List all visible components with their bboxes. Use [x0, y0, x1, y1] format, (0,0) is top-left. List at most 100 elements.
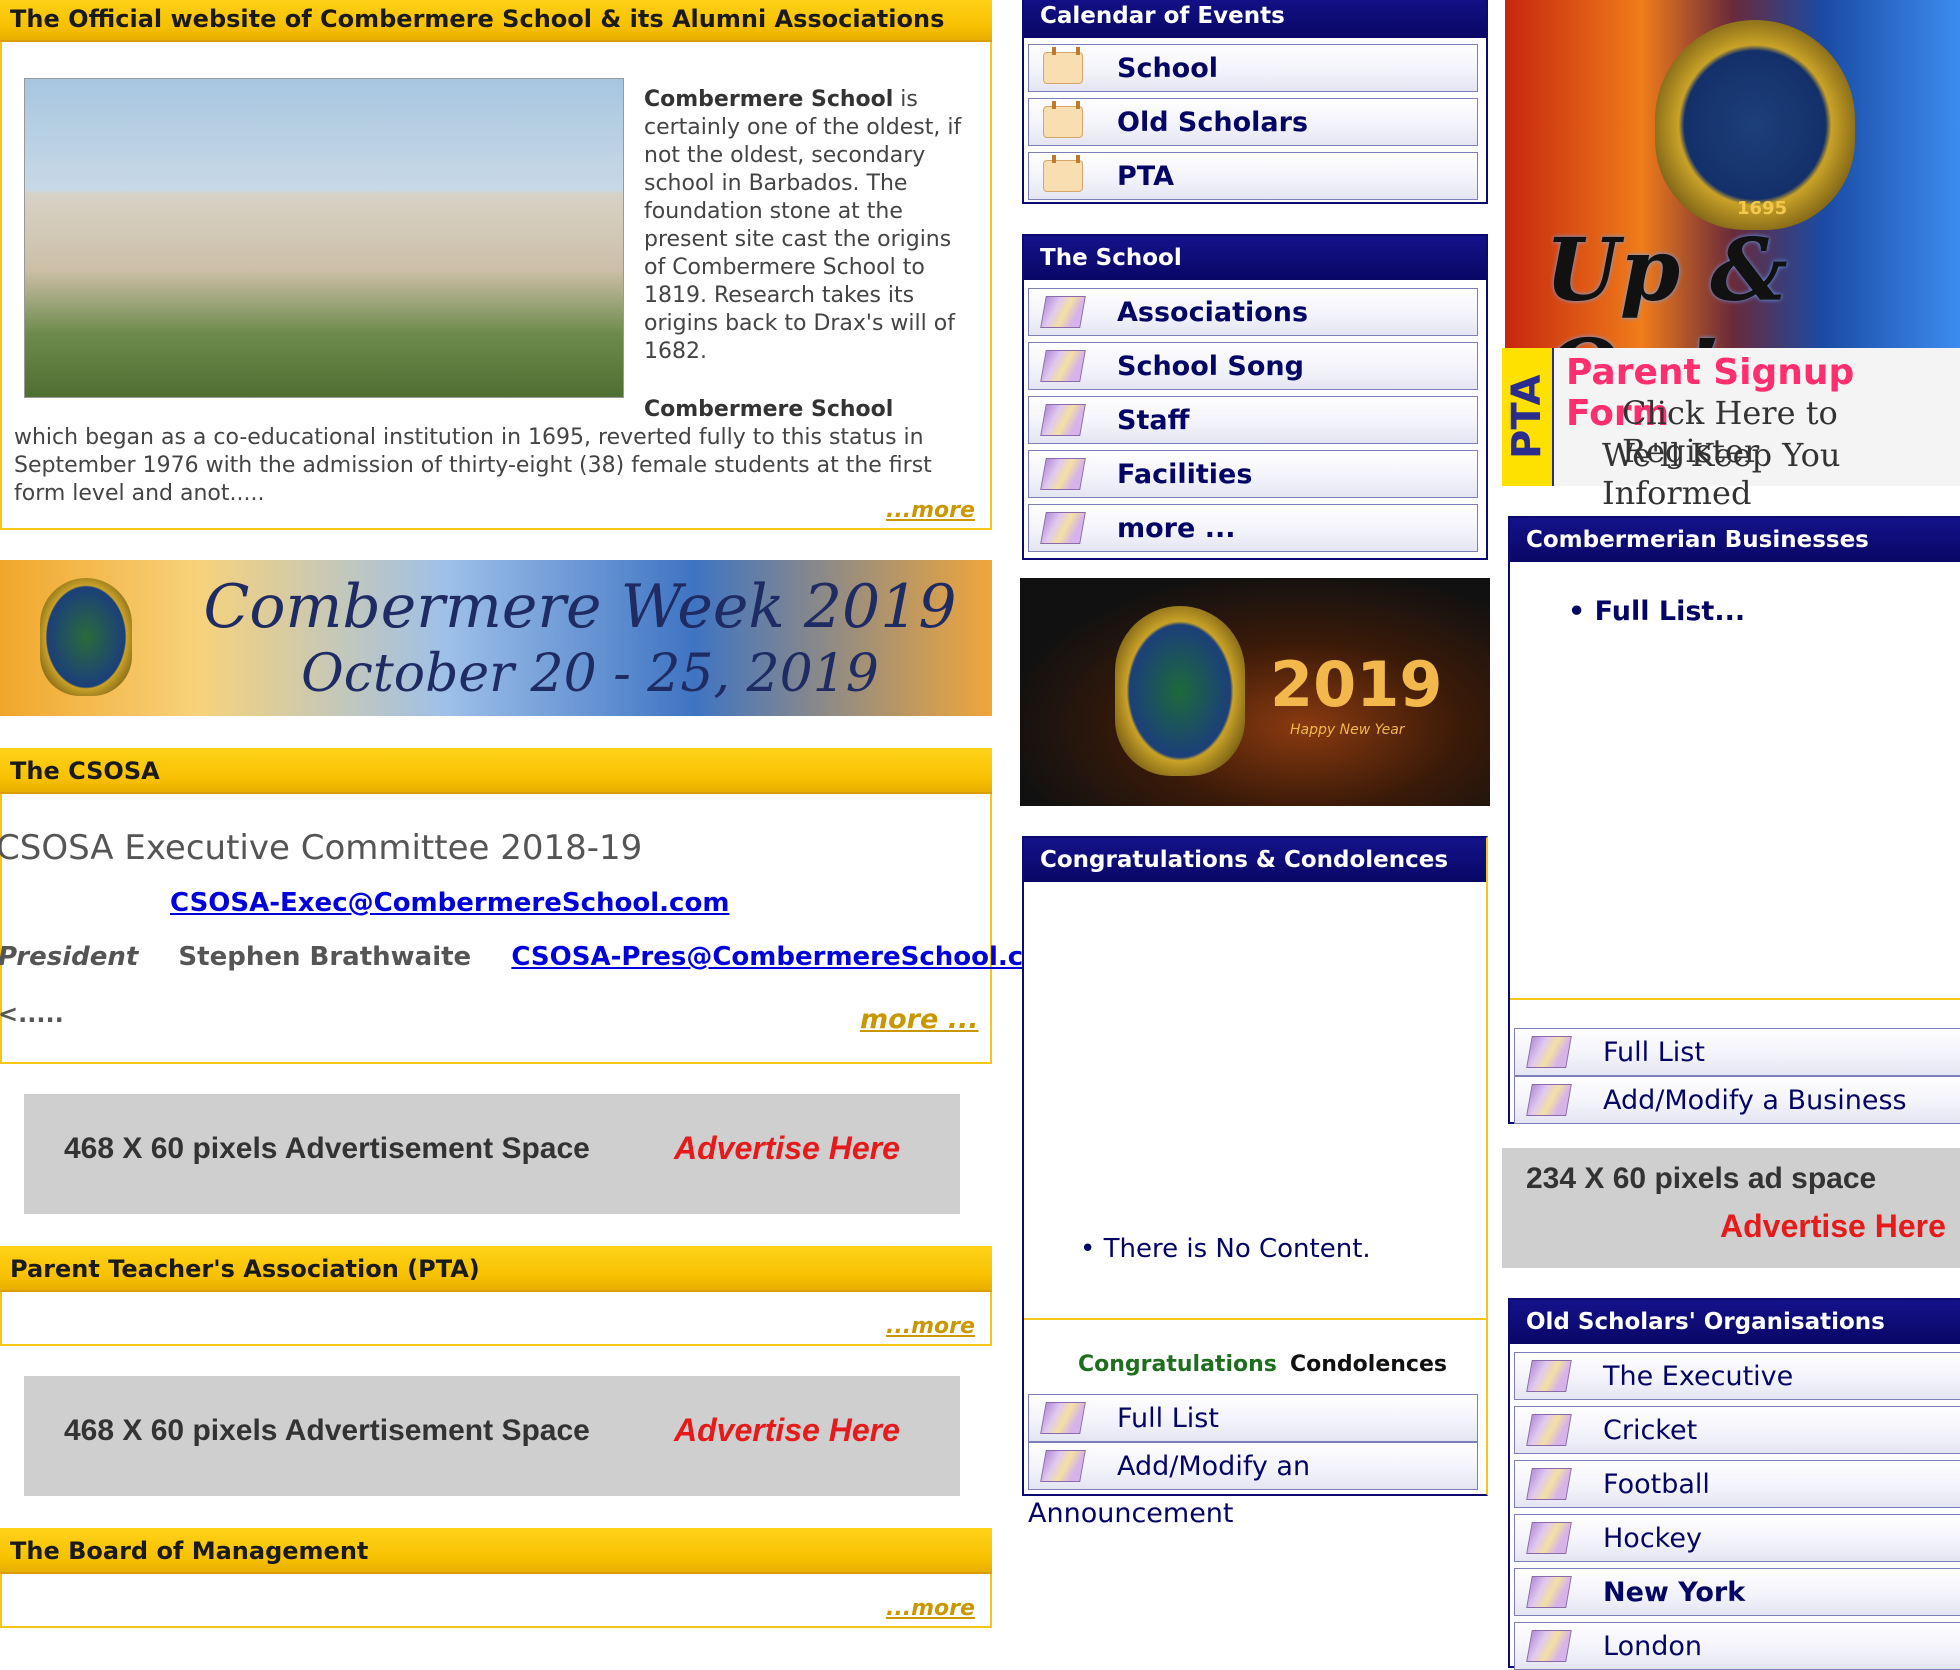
up-and-on-banner[interactable]: 1695 Up & On! — [1505, 0, 1960, 422]
intro-text-2: which began as a co-educational institut… — [14, 425, 932, 506]
school-item-more[interactable]: more ... — [1028, 504, 1478, 552]
school-item-label: Associations — [1117, 296, 1309, 328]
calendar-header-label: Calendar of Events — [1040, 3, 1285, 29]
intro-paragraph-2: Combermere School which began as a co-ed… — [14, 396, 964, 508]
congrats-empty-item: • There is No Content. — [1080, 1234, 1371, 1264]
calendar-box: Calendar of Events School Old Scholars P… — [1022, 0, 1488, 204]
board-more-link[interactable]: ...more — [886, 1596, 975, 1621]
intro-school-name-2: Combermere School — [644, 397, 894, 422]
csosa-pres-email-link[interactable]: CSOSA-Pres@CombermereSchool.com — [511, 942, 1068, 972]
businesses-item-add-modify[interactable]: Add/Modify a Business — [1514, 1076, 1960, 1124]
calendar-item-label: School — [1117, 52, 1219, 84]
calendar-item-old-scholars[interactable]: Old Scholars — [1028, 98, 1478, 146]
book-icon — [1040, 512, 1086, 544]
organisations-item-new-york[interactable]: New York — [1514, 1568, 1960, 1616]
organisations-header-label: Old Scholars' Organisations — [1526, 1309, 1885, 1335]
congrats-tab-condolences[interactable]: Condolences — [1290, 1352, 1447, 1377]
school-item-associations[interactable]: Associations — [1028, 288, 1478, 336]
ad-space-2-text: 468 X 60 pixels Advertisement Space — [64, 1414, 590, 1447]
csosa-more-link[interactable]: more ... — [860, 1004, 978, 1035]
organisations-item-london[interactable]: London — [1514, 1622, 1960, 1670]
congrats-item-overflow-text[interactable]: Announcement — [1028, 1498, 1234, 1529]
ad-space-2-cta[interactable]: Advertise Here — [674, 1412, 900, 1449]
calendar-icon — [1043, 47, 1083, 84]
csosa-role-label: President — [0, 942, 139, 972]
new-year-banner[interactable]: 2019 Happy New Year — [1020, 578, 1490, 806]
ad-space-3[interactable]: 234 X 60 pixels ad space Advertise Here — [1502, 1148, 1960, 1268]
calendar-icon — [1043, 101, 1083, 138]
school-building-photo — [24, 78, 624, 398]
book-icon — [1526, 1576, 1572, 1608]
ad-space-3-cta[interactable]: Advertise Here — [1720, 1208, 1946, 1245]
calendar-icon — [1043, 155, 1083, 192]
ad-space-3-text: 234 X 60 pixels ad space — [1526, 1162, 1877, 1195]
organisations-item-label: Football — [1603, 1468, 1710, 1500]
board-box — [0, 1574, 992, 1628]
congrats-box: Congratulations & Condolences • There is… — [1022, 836, 1488, 1496]
csosa-exec-email-link[interactable]: CSOSA-Exec@CombermereSchool.com — [170, 888, 729, 918]
organisations-header: Old Scholars' Organisations — [1510, 1300, 1960, 1344]
school-item-facilities[interactable]: Facilities — [1028, 450, 1478, 498]
book-icon — [1040, 458, 1086, 490]
congrats-item-add-modify[interactable]: Add/Modify an — [1028, 1442, 1478, 1490]
organisations-item-football[interactable]: Football — [1514, 1460, 1960, 1508]
board-header-label: The Board of Management — [10, 1537, 369, 1565]
book-icon — [1526, 1360, 1572, 1392]
businesses-bullet-label: Full List... — [1594, 596, 1746, 627]
businesses-bullet[interactable]: • Full List... — [1568, 596, 1745, 627]
new-year-tagline: Happy New Year — [1290, 722, 1405, 738]
book-icon — [1526, 1036, 1572, 1068]
combermere-week-banner[interactable]: Combermere Week 2019 October 20 - 25, 20… — [0, 560, 992, 716]
csosa-president-name: Stephen Brathwaite — [178, 942, 472, 972]
school-header: The School — [1024, 236, 1486, 280]
book-icon — [1040, 350, 1086, 382]
week-banner-dates: October 20 - 25, 2019 — [301, 644, 879, 704]
businesses-header: Combermerian Businesses — [1510, 518, 1960, 562]
calendar-item-pta[interactable]: PTA — [1028, 152, 1478, 200]
school-item-label: Staff — [1117, 404, 1190, 436]
pta-more-link[interactable]: ...more — [886, 1314, 975, 1339]
school-box: The School Associations School Song Staf… — [1022, 234, 1488, 560]
congrats-item-full-list[interactable]: Full List — [1028, 1394, 1478, 1442]
ad-space-2[interactable]: 468 X 60 pixels Advertisement Space Adve… — [24, 1376, 960, 1496]
book-icon — [1040, 1450, 1086, 1482]
pta-side-label: PTA — [1502, 348, 1552, 486]
intro-paragraph-1: Combermere School is certainly one of th… — [644, 86, 962, 366]
congrats-tab-congratulations[interactable]: Congratulations — [1078, 1352, 1277, 1377]
organisations-item-label: Hockey — [1603, 1522, 1702, 1554]
businesses-item-full-list[interactable]: Full List — [1514, 1028, 1960, 1076]
businesses-box: Combermerian Businesses • Full List... F… — [1508, 516, 1960, 1124]
site-title-bar: The Official website of Combermere Schoo… — [0, 0, 992, 42]
businesses-header-label: Combermerian Businesses — [1526, 527, 1869, 553]
pta-box — [0, 1292, 992, 1346]
book-icon — [1526, 1522, 1572, 1554]
organisations-item-cricket[interactable]: Cricket — [1514, 1406, 1960, 1454]
congrats-item-label: Add/Modify an — [1117, 1450, 1311, 1482]
ad-space-1-cta[interactable]: Advertise Here — [674, 1130, 900, 1167]
new-year-text: 2019 — [1270, 648, 1443, 721]
csosa-committee-title: CSOSA Executive Committee 2018-19 — [0, 828, 643, 868]
businesses-item-label: Full List — [1603, 1036, 1705, 1068]
pta-signup-banner[interactable]: PTA Parent Signup Form Click Here to Reg… — [1502, 348, 1960, 512]
intro-school-name-1: Combermere School — [644, 87, 894, 112]
calendar-item-school[interactable]: School — [1028, 44, 1478, 92]
school-crest-icon — [40, 578, 132, 696]
organisations-item-executive[interactable]: The Executive — [1514, 1352, 1960, 1400]
intro-text-1: is certainly one of the oldest, if not t… — [644, 87, 962, 364]
crest-year: 1695 — [1737, 198, 1788, 219]
csosa-header-label: The CSOSA — [10, 757, 160, 785]
organisations-item-label: New York — [1603, 1576, 1746, 1608]
pta-signup-line2: We'll Keep You Informed — [1602, 436, 1841, 512]
organisations-item-hockey[interactable]: Hockey — [1514, 1514, 1960, 1562]
school-item-school-song[interactable]: School Song — [1028, 342, 1478, 390]
book-icon — [1040, 404, 1086, 436]
pta-header: Parent Teacher's Association (PTA) — [0, 1246, 992, 1292]
intro-more-link[interactable]: ...more — [886, 498, 975, 523]
book-icon — [1526, 1084, 1572, 1116]
school-item-staff[interactable]: Staff — [1028, 396, 1478, 444]
ad-space-1[interactable]: 468 X 60 pixels Advertisement Space Adve… — [24, 1094, 960, 1214]
ad-space-1-text: 468 X 60 pixels Advertisement Space — [64, 1132, 590, 1165]
congrats-header: Congratulations & Condolences — [1024, 838, 1486, 882]
site-title: The Official website of Combermere Schoo… — [10, 5, 945, 33]
businesses-divider — [1510, 998, 1960, 1000]
